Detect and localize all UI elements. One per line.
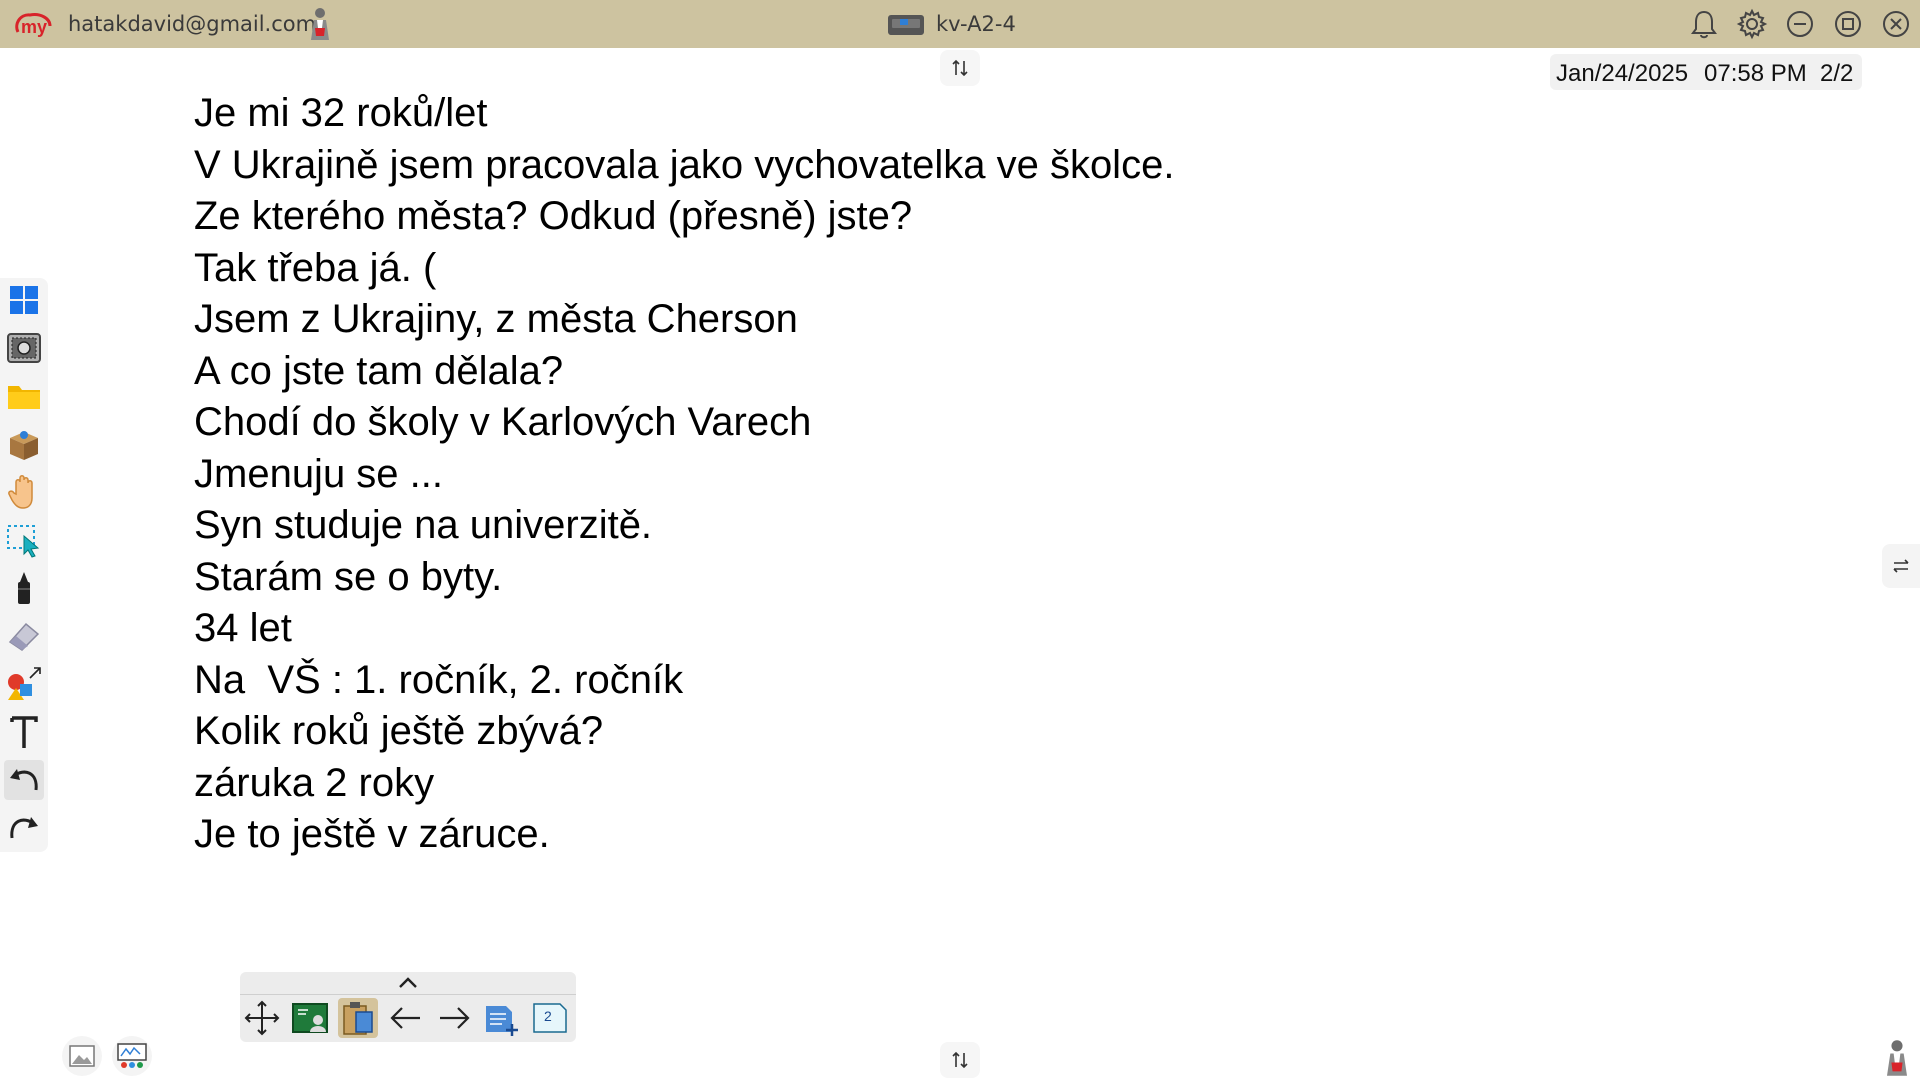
board-line: Chodí do školy v Karlových Varech (194, 400, 812, 444)
board-line: 34 let (194, 606, 292, 650)
board-line: Na VŠ : 1. ročník, 2. ročník (194, 657, 684, 702)
page-number-button[interactable]: 2 (530, 998, 570, 1038)
shapes-icon[interactable] (4, 664, 44, 704)
board-line: A co jste tam dělala? (194, 348, 564, 393)
apps-box-icon[interactable] (4, 424, 44, 464)
right-panel-handle[interactable] (1882, 544, 1920, 588)
next-page-arrow-icon[interactable] (434, 998, 474, 1038)
user-avatar-icon[interactable] (305, 6, 335, 42)
page-toolbar: 2 (240, 972, 576, 1042)
undo-icon[interactable] (4, 760, 44, 800)
logo-text: my (21, 17, 47, 37)
whiteboard-gallery-icon (117, 1043, 147, 1068)
image-icon (69, 1045, 95, 1067)
close-icon[interactable] (1880, 8, 1912, 40)
board-line: Ze kterého města? Odkud (přesně) jste? (194, 194, 913, 238)
date-label: Jan/24/2025 (1556, 60, 1689, 87)
board-background-icon[interactable] (290, 998, 330, 1038)
folder-icon[interactable] (4, 376, 44, 416)
left-toolbar (0, 278, 48, 852)
participant-avatar-icon[interactable] (1880, 1038, 1914, 1078)
board-line: záruka 2 roky (194, 760, 435, 805)
hand-pan-icon[interactable] (4, 472, 44, 512)
board-line: Syn studuje na univerzitě. (194, 503, 653, 547)
eraser-icon[interactable] (4, 616, 44, 656)
move-icon[interactable] (242, 998, 282, 1038)
board-line: Tak třeba já. ( (194, 245, 437, 290)
account-email[interactable]: hatakdavid@gmail.com (68, 12, 316, 36)
top-collapse-handle[interactable] (940, 50, 980, 86)
date-time-status: Jan/24/2025 07:58 PM 2/2 (1550, 54, 1862, 90)
page-number-label: 2 (544, 1008, 552, 1024)
toolbar-divider (240, 994, 576, 995)
time-label: 07:58 PM (1704, 60, 1807, 87)
page-clipboard-icon (343, 1002, 373, 1035)
select-pointer-icon[interactable] (4, 520, 44, 560)
text-tool-icon[interactable] (4, 712, 44, 752)
settings-gear-icon[interactable] (1736, 8, 1768, 40)
board-line: Jsem z Ukrajiny, z města Cherson (194, 297, 798, 341)
device-name: kv-A2-4 (936, 12, 1016, 36)
redo-icon[interactable] (4, 808, 44, 848)
remote-device-icon (888, 15, 924, 35)
insert-image-button[interactable] (62, 1036, 102, 1076)
board-line: V Ukrajině jsem pracovala jako vychovate… (194, 142, 1175, 187)
notification-bell-icon[interactable] (1688, 8, 1720, 40)
bottom-collapse-handle[interactable] (940, 1042, 980, 1078)
swap-horizontal-icon (1893, 559, 1909, 573)
board-gallery-button[interactable] (112, 1036, 152, 1076)
chevron-up-icon[interactable] (396, 975, 420, 991)
page-clipboard-button[interactable] (338, 998, 378, 1038)
title-bar: my hatakdavid@gmail.com kv-A2-4 (0, 0, 1920, 48)
add-page-icon[interactable] (482, 998, 522, 1038)
board-line: Starám se o byty. (194, 554, 503, 599)
swap-vertical-icon (952, 59, 968, 77)
previous-page-arrow-icon[interactable] (386, 998, 426, 1038)
swap-vertical-icon (952, 1051, 968, 1069)
windows-start-icon[interactable] (4, 280, 44, 320)
whiteboard-text[interactable]: Je mi 32 roků/let V Ukrajině jsem pracov… (194, 88, 1494, 861)
maximize-icon[interactable] (1832, 8, 1864, 40)
minimize-icon[interactable] (1784, 8, 1816, 40)
page-indicator: 2/2 (1820, 60, 1854, 87)
app-logo-icon[interactable]: my (12, 10, 56, 38)
board-line: Jmenuju se ... (194, 451, 444, 496)
board-line: Je mi 32 roků/let (194, 91, 488, 135)
screen-capture-icon[interactable] (4, 328, 44, 368)
board-line: Kolik roků ještě zbývá? (194, 709, 604, 753)
pen-marker-icon[interactable] (4, 568, 44, 608)
board-line: Je to ještě v záruce. (194, 812, 550, 856)
